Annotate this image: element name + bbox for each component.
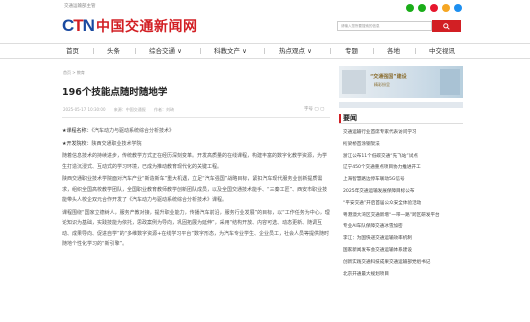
article-date: 2025-05-17 10:30:00 [63, 107, 106, 112]
news-item[interactable]: 李江：为国快递交通运输效率机制 [343, 235, 465, 247]
promo-banner[interactable]: “交通强国”建设 精彩纷呈 [339, 66, 463, 98]
ad-strip[interactable] [339, 102, 463, 108]
article-body: ★课程名称：《汽车动力与驱动系统综合分析技术》 ★开发院校：陕西交通职业技术学院… [62, 126, 330, 252]
news-item[interactable]: 粤港澳大湾区交通新增“一带一路”跨区研发平台 [343, 212, 465, 224]
site-header: CTN 中国交通新闻网 请输入您所要搜索的信息 [0, 14, 530, 40]
banner-subtitle: 精彩纷呈 [374, 82, 390, 87]
news-item[interactable]: 2025年交通运输发展保障目标公布 [343, 188, 465, 200]
search-button[interactable] [432, 20, 461, 32]
paragraph: 随着信息技术的持续进步，传统教学方式正在经历深刻变革。开发高质量的在线课程，构建… [62, 153, 328, 170]
news-list: 交通运输行业首席专家代表访问学习 桁梁桥首涂钢架法 浙江公布11个低碳交通“先飞… [343, 129, 465, 282]
nav-local[interactable]: 各地 [387, 44, 400, 58]
search-icon [443, 22, 450, 30]
news-item[interactable]: “平安交通”开启首届公众安全体验活动 [343, 200, 465, 212]
paragraph: ★课程名称：《汽车动力与驱动系统综合分析技术》 [62, 128, 174, 134]
wechat-icon[interactable] [406, 4, 414, 12]
nav-video[interactable]: 中交视讯 [429, 44, 455, 58]
divider [62, 117, 330, 118]
main-nav: 首页 头条 综合交通 ∨ 科教文产 ∨ 热点观点 ∨ 专题 各地 中交视讯 [0, 43, 530, 59]
paragraph: ★开发院校：陕西交通职业技术学院 [62, 140, 142, 147]
header-accent [339, 114, 341, 123]
moments-icon[interactable] [418, 4, 426, 12]
site-logo[interactable]: CTN 中国交通新闻网 [62, 14, 197, 38]
nav-topics[interactable]: 专题 [345, 44, 358, 58]
breadcrumb[interactable]: 首页 > 教育 [63, 70, 85, 76]
font-size-control[interactable]: 字号 ▢ ▢ [304, 106, 324, 112]
news-item[interactable]: 创新实践交通科技成果交通运输部党组书记 [343, 259, 465, 271]
article-source: 来源：中国交通报 [113, 107, 146, 112]
banner-title: “交通强国”建设 [370, 74, 407, 80]
logo-mark: CTN [62, 16, 95, 35]
news-section-header: 要闻 [339, 112, 463, 124]
news-item[interactable]: 桁梁桥首涂钢架法 [343, 141, 465, 153]
news-section-title: 要闻 [343, 114, 357, 122]
nav-culture[interactable]: 科教文产 ∨ [214, 44, 247, 58]
nav-home[interactable]: 首页 [66, 44, 79, 58]
nav-separator [264, 48, 265, 54]
news-item[interactable]: 专业AI车队保障交通冰雪加密 [343, 223, 465, 235]
app-icon[interactable] [442, 4, 450, 12]
news-item[interactable]: 北京开通最大规划项目 [343, 271, 465, 283]
nav-transport[interactable]: 综合交通 ∨ [149, 44, 182, 58]
nav-separator [200, 48, 201, 54]
nav-separator [93, 48, 94, 54]
nav-hotspots[interactable]: 热点观点 ∨ [279, 44, 312, 58]
douyin-icon[interactable] [454, 4, 462, 12]
social-links [406, 4, 462, 12]
nav-separator [330, 48, 331, 54]
logo-text: 中国交通新闻网 [95, 19, 198, 35]
supervisor-note: 交通运输部主管 [64, 4, 96, 9]
banner-image [440, 69, 460, 95]
article-meta: 2025-05-17 10:30:00 来源：中国交通报 作者：刘琦 [63, 107, 181, 113]
news-item[interactable]: 浙江公布11个低碳交通“先飞站”试点 [343, 153, 465, 165]
top-strip: 交通运输部主管 [0, 0, 530, 14]
banner-image [342, 70, 366, 94]
search-input[interactable]: 请输入您所要搜索的信息 [337, 21, 432, 31]
article-title: 196个技能点随时随地学 [62, 87, 168, 98]
paragraph: 课程围绕“国家立德树人，服务产教对接，提升职业能力，传播汽车前沿，服务行业发展”… [62, 209, 330, 248]
paragraph: 陕西交通职业技术学院面对汽车产业“新造新车”重大机遇，立足“汽车强国”战略目标，… [62, 176, 328, 203]
nav-headlines[interactable]: 头条 [107, 44, 120, 58]
nav-separator [373, 48, 374, 54]
news-item[interactable]: 交通运输行业首席专家代表访问学习 [343, 129, 465, 141]
weibo-icon[interactable] [430, 4, 438, 12]
nav-separator [415, 48, 416, 54]
news-item[interactable]: 上海智慧路边停车联动5G信号 [343, 176, 465, 188]
news-item[interactable]: 辽宁450个交通重点项目协力推进开工 [343, 164, 465, 176]
article-author: 作者：刘琦 [154, 107, 175, 112]
news-item[interactable]: 国家新闻发布会交通运输体系建设 [343, 247, 465, 259]
nav-separator [135, 48, 136, 54]
